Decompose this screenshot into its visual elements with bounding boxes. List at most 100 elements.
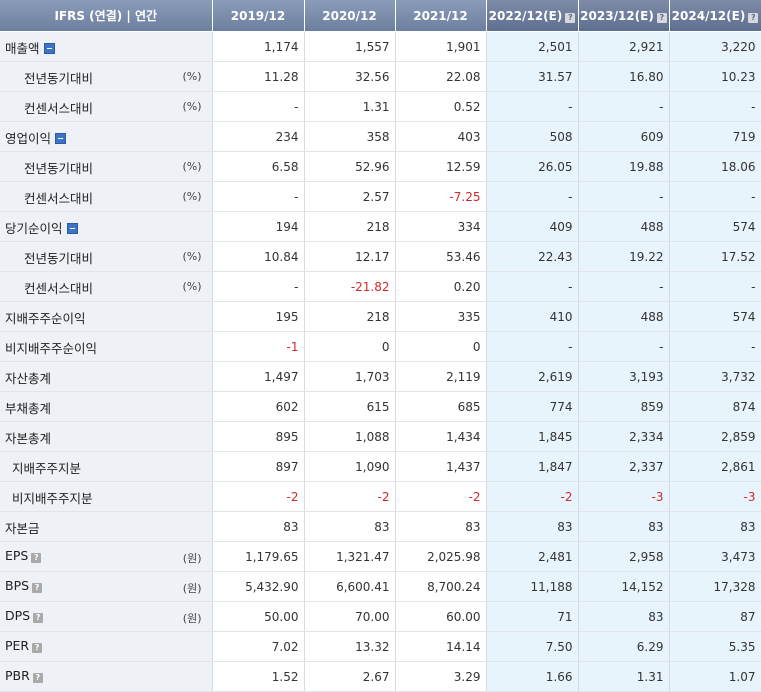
value-cell: 1,497 bbox=[212, 361, 305, 392]
financial-summary-table: IFRS (연결) | 연간 2019/12 2020/12 2021/12 2… bbox=[0, 0, 761, 692]
value-cell: 334 bbox=[395, 211, 487, 242]
value-cell: -2 bbox=[304, 481, 396, 512]
row-label-wrap: 매출액 bbox=[5, 38, 55, 57]
value-cell: 1,434 bbox=[395, 421, 487, 452]
row-unit: (원) bbox=[182, 612, 202, 625]
value-cell: 685 bbox=[395, 391, 487, 422]
table-row: BPS? (원) 5,432.90 6,600.41 8,700.24 11,188 14,… bbox=[0, 571, 761, 602]
value-cell: 574 bbox=[669, 211, 761, 242]
help-icon[interactable]: ? bbox=[748, 12, 759, 23]
value-cell: 2,958 bbox=[578, 541, 670, 572]
row-label-cell: PER? bbox=[0, 631, 213, 662]
row-label-cell: EPS? (원) bbox=[0, 541, 213, 572]
header-period: 2021/12 bbox=[395, 0, 487, 32]
value-cell: 1.52 bbox=[212, 661, 305, 692]
row-label-wrap: 전년동기대비 bbox=[24, 158, 93, 177]
value-cell: 2,861 bbox=[669, 451, 761, 482]
row-label-wrap: EPS? bbox=[5, 548, 42, 563]
value-cell: 1,174 bbox=[212, 31, 305, 62]
value-cell: - bbox=[669, 181, 761, 212]
value-cell: 5.35 bbox=[669, 631, 761, 662]
value-cell: 409 bbox=[486, 211, 579, 242]
row-label-cell: 전년동기대비 (%) bbox=[0, 151, 213, 182]
help-icon[interactable]: ? bbox=[33, 613, 44, 623]
table-row: PER? 7.02 13.32 14.14 7.50 6.29 5.35 bbox=[0, 631, 761, 662]
value-cell: 1,845 bbox=[486, 421, 579, 452]
row-label-wrap: 자본총계 bbox=[5, 428, 51, 447]
help-icon[interactable]: ? bbox=[656, 12, 667, 23]
help-icon[interactable]: ? bbox=[32, 583, 43, 593]
value-cell: 31.57 bbox=[486, 61, 579, 92]
help-icon[interactable]: ? bbox=[565, 12, 576, 23]
row-label-wrap: 자본금 bbox=[5, 518, 40, 537]
value-cell: 774 bbox=[486, 391, 579, 422]
value-cell: 719 bbox=[669, 121, 761, 152]
value-cell: 1,088 bbox=[304, 421, 396, 452]
value-cell: -3 bbox=[578, 481, 670, 512]
value-cell: -21.82 bbox=[304, 271, 396, 302]
value-cell: 218 bbox=[304, 211, 396, 242]
period-label: 2022/12(E) bbox=[488, 8, 563, 23]
row-label: 컨센서스대비 bbox=[24, 281, 94, 296]
value-cell: - bbox=[486, 271, 579, 302]
value-cell: - bbox=[486, 181, 579, 212]
table-row: 자본금 83 83 83 83 83 83 bbox=[0, 511, 761, 542]
value-cell: 1.31 bbox=[578, 661, 670, 692]
value-cell: 574 bbox=[669, 301, 761, 332]
row-label-wrap: PBR? bbox=[5, 668, 43, 683]
minus-icon[interactable] bbox=[43, 43, 55, 54]
row-label-cell: 당기순이익 bbox=[0, 211, 213, 242]
row-label: BPS bbox=[5, 578, 30, 593]
value-cell: 7.50 bbox=[486, 631, 579, 662]
value-cell: 2,025.98 bbox=[395, 541, 487, 572]
row-label-cell: 자본총계 bbox=[0, 421, 213, 452]
value-cell: 1,437 bbox=[395, 451, 487, 482]
value-cell: 195 bbox=[212, 301, 305, 332]
minus-icon[interactable] bbox=[66, 223, 78, 234]
help-icon[interactable]: ? bbox=[32, 643, 43, 653]
value-cell: 11,188 bbox=[486, 571, 579, 602]
row-label-cell: 컨센서스대비 (%) bbox=[0, 181, 213, 212]
help-icon[interactable]: ? bbox=[32, 673, 43, 683]
value-cell: -7.25 bbox=[395, 181, 487, 212]
value-cell: 22.08 bbox=[395, 61, 487, 92]
value-cell: 22.43 bbox=[486, 241, 579, 272]
value-cell: 6.29 bbox=[578, 631, 670, 662]
table-row: 전년동기대비 (%) 6.58 52.96 12.59 26.05 19.88 18.06 bbox=[0, 151, 761, 182]
row-label: 자본금 bbox=[5, 521, 40, 536]
value-cell: 1,090 bbox=[304, 451, 396, 482]
help-icon[interactable]: ? bbox=[31, 553, 42, 563]
value-cell: 52.96 bbox=[304, 151, 396, 182]
table-row: 컨센서스대비 (%) -1.31 0.52- - - bbox=[0, 91, 761, 122]
value-cell: -2 bbox=[486, 481, 579, 512]
value-cell: 1.07 bbox=[669, 661, 761, 692]
value-cell: 488 bbox=[578, 301, 670, 332]
row-label-cell: DPS? (원) bbox=[0, 601, 213, 632]
value-cell: 1,703 bbox=[304, 361, 396, 392]
row-label: 부채총계 bbox=[5, 401, 52, 416]
row-unit: (원) bbox=[182, 582, 202, 595]
value-cell: 2,501 bbox=[486, 31, 579, 62]
value-cell: 2,119 bbox=[395, 361, 487, 392]
value-cell: 12.17 bbox=[304, 241, 396, 272]
value-cell: 2,481 bbox=[486, 541, 579, 572]
value-cell: - bbox=[669, 271, 761, 302]
value-cell: 2.67 bbox=[304, 661, 396, 692]
value-cell: 14.14 bbox=[395, 631, 487, 662]
header-period-estimate: 2023/12(E)? bbox=[578, 0, 670, 32]
row-label-cell: 지배주주지분 bbox=[0, 451, 213, 482]
table-row: EPS? (원) 1,179.65 1,321.47 2,025.98 2,481 2,95… bbox=[0, 541, 761, 572]
value-cell: - bbox=[578, 181, 670, 212]
table-row: 전년동기대비 (%) 10.84 12.17 53.46 22.43 19.22 17.52 bbox=[0, 241, 761, 272]
value-cell: - bbox=[669, 91, 761, 122]
table-row: 비지배주주순이익 -1 0 0- - - bbox=[0, 331, 761, 362]
value-cell: 26.05 bbox=[486, 151, 579, 182]
value-cell: 897 bbox=[212, 451, 305, 482]
row-label-cell: 매출액 bbox=[0, 31, 213, 62]
value-cell: -1 bbox=[212, 331, 305, 362]
header-period-estimate: 2024/12(E)? bbox=[669, 0, 761, 32]
period-label: 2020/12 bbox=[322, 8, 377, 23]
minus-icon[interactable] bbox=[55, 133, 67, 144]
value-cell: 18.06 bbox=[669, 151, 761, 182]
header-period-estimate: 2022/12(E)? bbox=[486, 0, 579, 32]
